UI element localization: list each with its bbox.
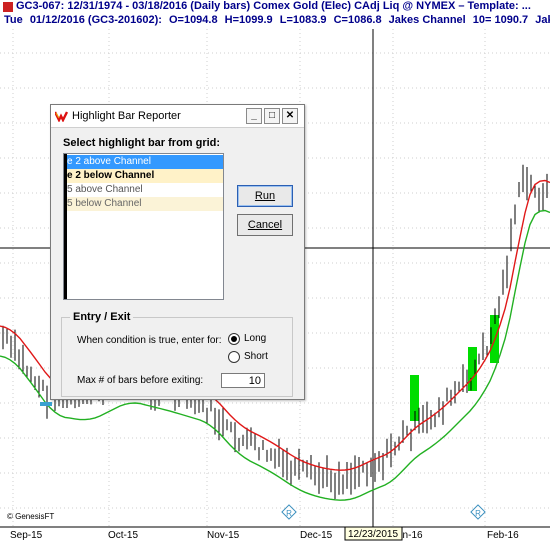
highlight-box (468, 347, 477, 391)
radio-dot (231, 336, 237, 342)
dialog-title-bar[interactable]: Highlight Bar Reporter _ □ ✕ (51, 105, 304, 128)
highlight-bar-list[interactable]: e 2 above Channel e 2 below Channel 5 ab… (63, 153, 224, 300)
diamond-marker[interactable]: R (470, 504, 486, 520)
cancel-button[interactable]: Cancel (237, 214, 293, 236)
diamond-glyph: R (286, 509, 292, 518)
list-item[interactable]: e 2 above Channel (67, 155, 223, 169)
max-bars-label: Max # of bars before exiting: (77, 375, 204, 386)
dialog-title: Highlight Bar Reporter (72, 110, 181, 122)
list-item[interactable]: 5 above Channel (67, 183, 223, 197)
info-high: H=1099.9 (224, 14, 273, 26)
maximize-button[interactable]: □ (264, 108, 280, 124)
select-label: Select highlight bar from grid: (63, 137, 221, 149)
x-label: Oct-15 (108, 530, 138, 541)
info-indicator-name: Jakes Channel (388, 14, 466, 26)
info-day: Tue (4, 14, 23, 26)
watermark: © GenesisFT (7, 512, 54, 521)
info-date: 01/12/2016 (GC3-201602): (29, 14, 162, 26)
entry-exit-title: Entry / Exit (70, 311, 134, 323)
list-item[interactable]: 5 below Channel (67, 197, 223, 211)
x-axis-labels: Sep-15 Oct-15 Nov-15 Dec-15 Jan-16 Feb-1… (10, 530, 519, 541)
short-label: Short (244, 351, 268, 362)
run-button[interactable]: Run (237, 185, 293, 207)
diamond-glyph: R (475, 509, 481, 518)
info-low: L=1083.9 (279, 14, 327, 26)
entry-exit-group: Entry / Exit When condition is true, ent… (61, 311, 293, 397)
info-indicator-next: Jake (535, 14, 550, 26)
x-label: Nov-15 (207, 530, 240, 541)
info-indicator-value: 10= 1090.7 (472, 14, 529, 26)
app-logo-icon (55, 111, 68, 122)
left-edge-marker (40, 402, 52, 406)
long-label: Long (244, 333, 267, 344)
x-label: Sep-15 (10, 530, 43, 541)
diamond-marker[interactable]: R (281, 504, 297, 520)
x-label: Dec-15 (300, 530, 333, 541)
info-close: C=1086.8 (333, 14, 382, 26)
long-radio[interactable] (228, 333, 240, 345)
close-button[interactable]: ✕ (282, 108, 298, 124)
chart-title-bar: GC3-067: 12/31/1974 - 03/18/2016 (Daily … (0, 0, 550, 14)
app-icon (3, 2, 13, 12)
minimize-button[interactable]: _ (246, 108, 262, 124)
highlight-bar-reporter-dialog: Highlight Bar Reporter _ □ ✕ Select high… (50, 104, 305, 400)
info-open: O=1094.8 (168, 14, 218, 26)
short-radio[interactable] (228, 351, 240, 363)
list-item[interactable]: e 2 below Channel (67, 169, 223, 183)
bar-info-readout: Tue 01/12/2016 (GC3-201602): O=1094.8 H=… (0, 14, 550, 29)
cursor-date: 12/23/2015 (348, 529, 398, 540)
chart-title: GC3-067: 12/31/1974 - 03/18/2016 (Daily … (16, 0, 531, 12)
condition-label: When condition is true, enter for: (77, 335, 222, 346)
max-bars-input[interactable]: 10 (221, 373, 265, 388)
x-label: Feb-16 (487, 530, 519, 541)
